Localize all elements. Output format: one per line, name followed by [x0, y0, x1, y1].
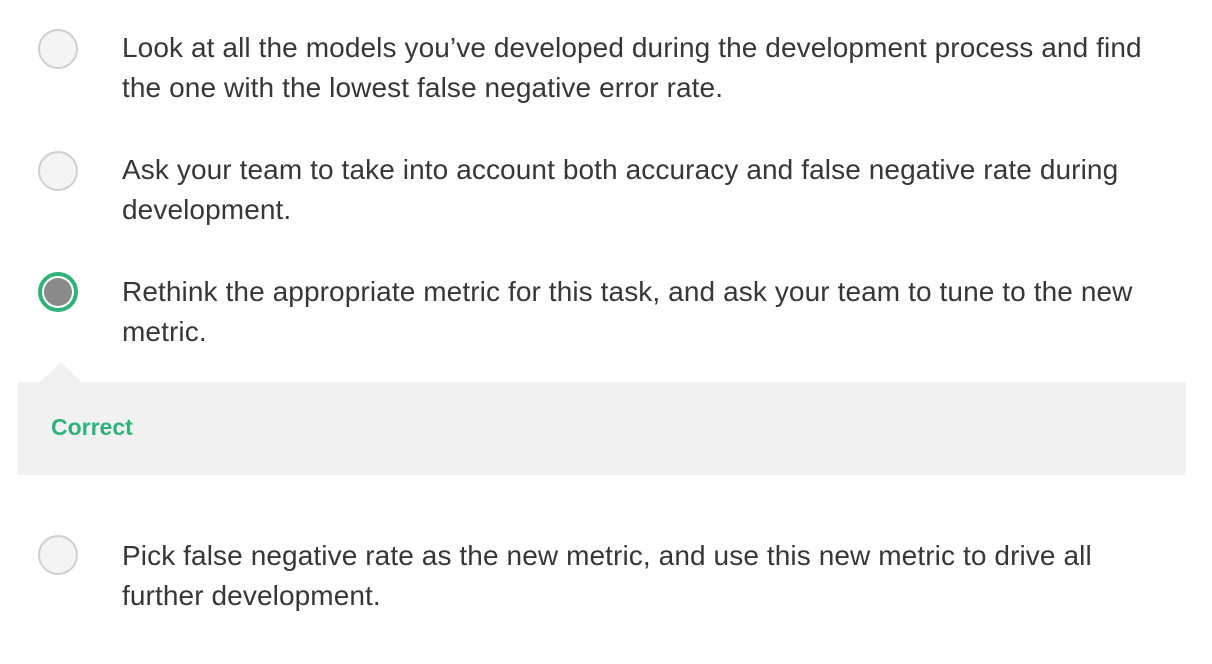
option-3-text: Rethink the appropriate metric for this …: [122, 276, 1133, 347]
feedback-pointer: [40, 362, 82, 382]
option-4-text: Pick false negative rate as the new metr…: [122, 540, 1092, 611]
radio-selected-dot: [44, 278, 72, 306]
option-2-text: Ask your team to take into account both …: [122, 154, 1119, 225]
option-1-text: Look at all the models you’ve developed …: [122, 32, 1142, 103]
radio-button-option-4[interactable]: [38, 535, 78, 575]
radio-button-option-3[interactable]: [38, 272, 78, 312]
feedback-correct-label: Correct: [51, 414, 133, 440]
radio-button-option-1[interactable]: [38, 29, 78, 69]
radio-button-option-2[interactable]: [38, 151, 78, 191]
feedback-panel: Correct: [18, 382, 1186, 475]
